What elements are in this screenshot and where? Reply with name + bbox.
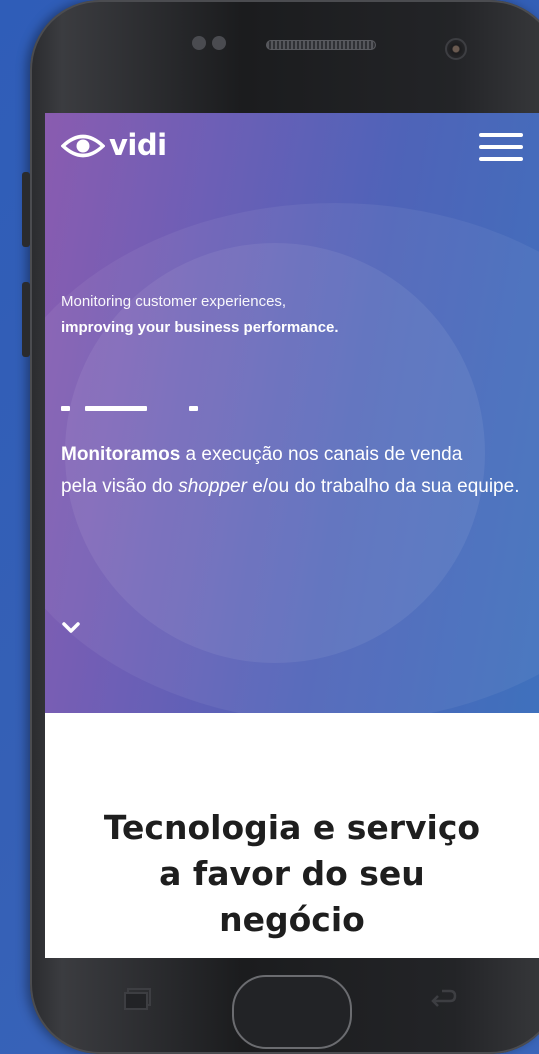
phone-screen: vidi Monitoring customer experiences, im…: [45, 113, 539, 958]
front-camera: [445, 38, 467, 60]
volume-button: [22, 172, 30, 247]
description-text-3: e/ou do trabalho da sua equipe.: [246, 476, 520, 497]
home-button[interactable]: [232, 975, 352, 1049]
hero-tagline: Monitoring customer experiences, improvi…: [61, 289, 521, 341]
vidi-logo[interactable]: vidi: [61, 131, 167, 160]
tagline-line2: improving your business performance.: [61, 319, 339, 336]
chevron-down-icon[interactable]: [61, 621, 81, 635]
hamburger-menu-icon[interactable]: [479, 133, 523, 161]
description-text-1: a execução nos canais de venda: [180, 444, 463, 465]
description-bold: Monitoramos: [61, 444, 181, 465]
hero-section: vidi Monitoring customer experiences, im…: [45, 113, 539, 713]
description-italic: shopper: [178, 476, 247, 497]
description-text-2: pela visão do: [61, 476, 179, 497]
sensor-dots: [192, 36, 226, 50]
decorative-divider: [61, 406, 201, 412]
section-title-line1: Tecnologia e serviço: [103, 808, 481, 847]
section-title-line2: a favor do seu: [159, 854, 425, 893]
back-icon[interactable]: [428, 987, 458, 1011]
section-title: Tecnologia e serviço a favor do seu negó…: [45, 805, 539, 943]
eye-icon: [61, 134, 105, 157]
recent-apps-icon[interactable]: [124, 987, 154, 1011]
logo-text: vidi: [109, 128, 167, 162]
earpiece-speaker: [266, 40, 376, 50]
tagline-line1: Monitoring customer experiences,: [61, 293, 287, 310]
section-title-line3: negócio: [219, 900, 365, 939]
power-button: [22, 282, 30, 357]
hero-description: Monitoramos a execução nos canais de ven…: [61, 439, 531, 503]
